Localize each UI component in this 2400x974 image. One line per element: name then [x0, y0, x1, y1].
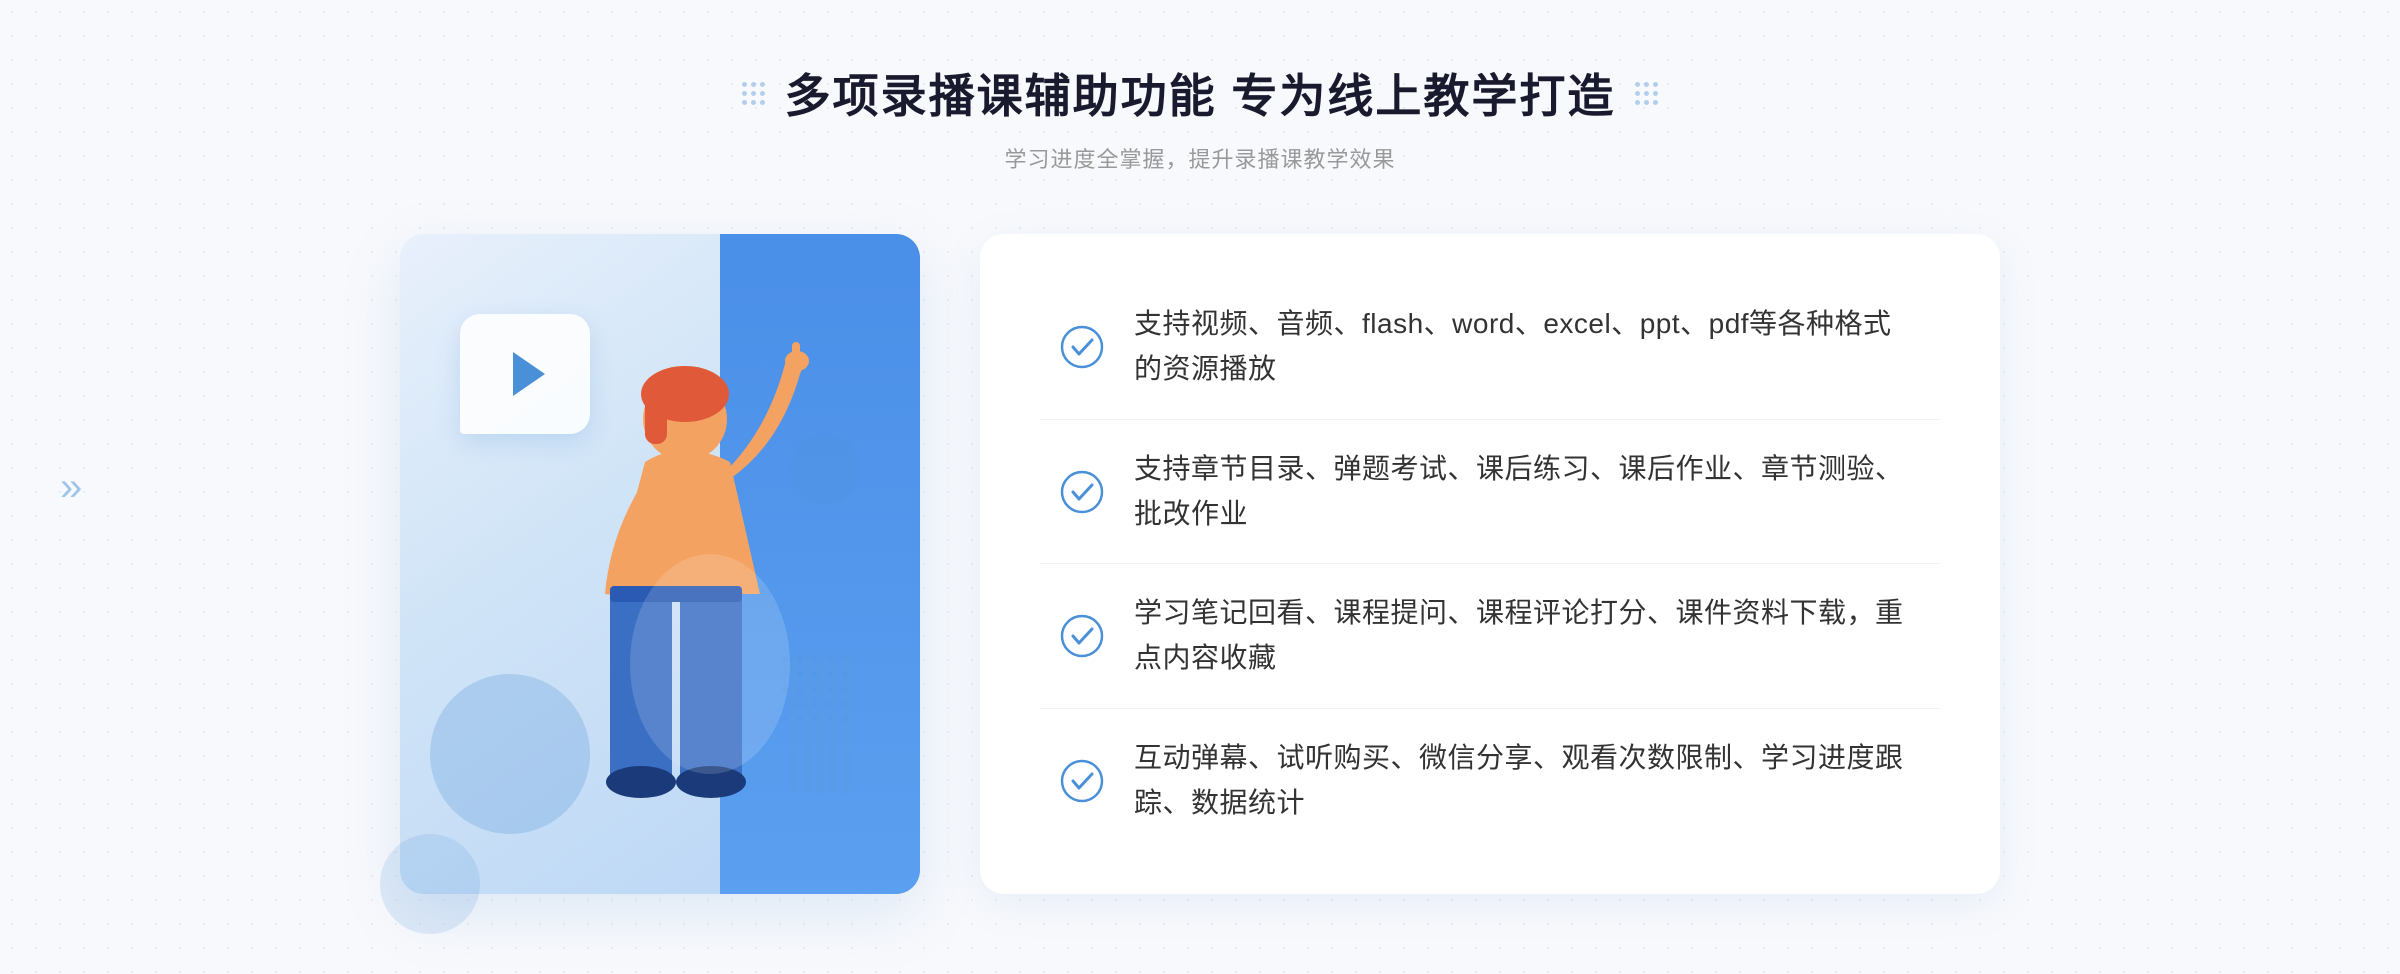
check-circle-icon-4: [1060, 759, 1104, 803]
feature-item-3: 学习笔记回看、课程提问、课程评论打分、课件资料下载，重点内容收藏: [1060, 581, 1920, 691]
human-figure-illustration: [490, 314, 830, 894]
feature-text-1: 支持视频、音频、flash、word、excel、ppt、pdf等各种格式的资源…: [1134, 302, 1920, 392]
check-circle-icon-2: [1060, 470, 1104, 514]
feature-text-2: 支持章节目录、弹题考试、课后练习、课后作业、章节测验、批改作业: [1134, 447, 1920, 537]
check-circle-icon-3: [1060, 614, 1104, 658]
header-section: 多项录播课辅助功能 专为线上教学打造 学习进度全掌握，提升录播课教学效果: [742, 0, 1659, 174]
feature-item-4: 互动弹幕、试听购买、微信分享、观看次数限制、学习进度跟踪、数据统计: [1060, 726, 1920, 836]
illustration-card: [400, 234, 920, 894]
title-row: 多项录播课辅助功能 专为线上教学打造: [742, 60, 1659, 126]
page-title: 多项录播课辅助功能 专为线上教学打造: [785, 60, 1616, 126]
feature-divider-1: [1040, 419, 1940, 420]
far-left-decoration: »: [60, 467, 82, 507]
left-illustration: [400, 204, 980, 954]
feature-divider-2: [1040, 563, 1940, 564]
dots-decoration-left: [742, 82, 765, 105]
dots-decoration-right: [1635, 82, 1658, 105]
feature-text-4: 互动弹幕、试听购买、微信分享、观看次数限制、学习进度跟踪、数据统计: [1134, 736, 1920, 826]
check-circle-icon-1: [1060, 325, 1104, 369]
feature-item-2: 支持章节目录、弹题考试、课后练习、课后作业、章节测验、批改作业: [1060, 437, 1920, 547]
feature-divider-3: [1040, 708, 1940, 709]
bottom-circle-decoration: [380, 834, 480, 934]
main-content: 支持视频、音频、flash、word、excel、ppt、pdf等各种格式的资源…: [400, 204, 2000, 954]
chevron-left-icon: »: [60, 467, 82, 507]
feature-item-1: 支持视频、音频、flash、word、excel、ppt、pdf等各种格式的资源…: [1060, 292, 1920, 402]
page-subtitle: 学习进度全掌握，提升录播课教学效果: [742, 142, 1659, 174]
page-container: » 多项录播课辅助功能 专为线上教学打造: [0, 0, 2400, 974]
features-panel: 支持视频、音频、flash、word、excel、ppt、pdf等各种格式的资源…: [980, 234, 2000, 894]
feature-text-3: 学习笔记回看、课程提问、课程评论打分、课件资料下载，重点内容收藏: [1134, 591, 1920, 681]
